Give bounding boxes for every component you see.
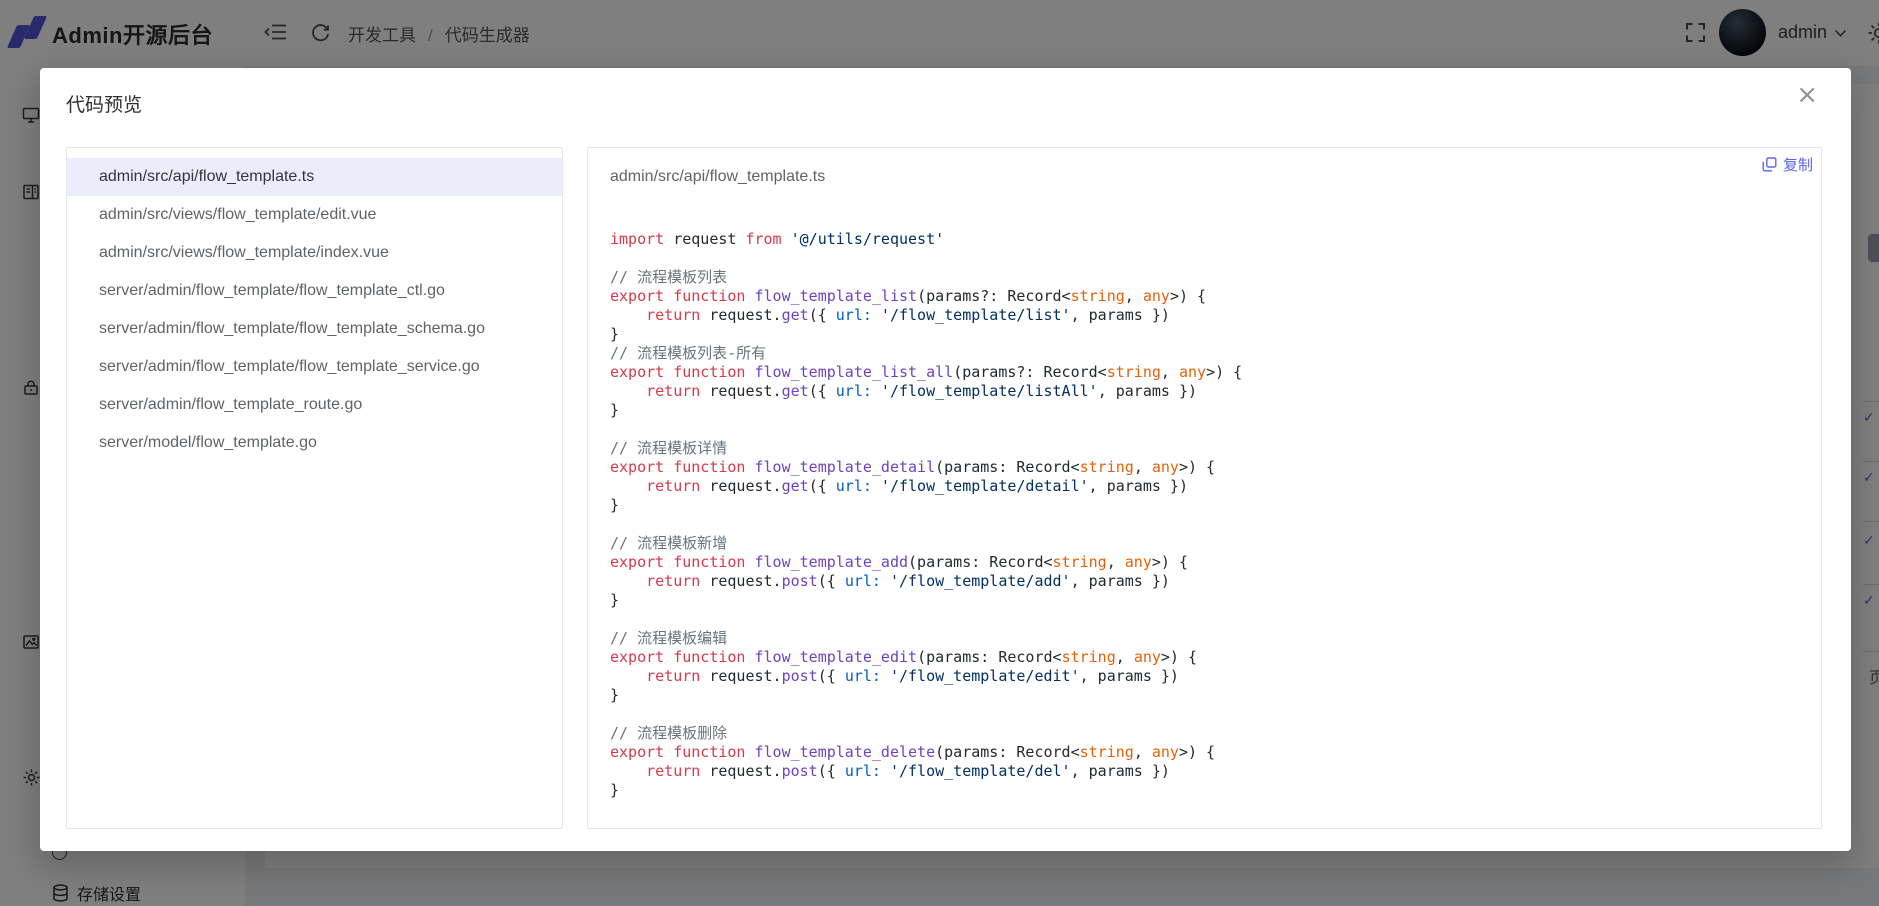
file-list-item[interactable]: admin/src/views/flow_template/edit.vue [67, 196, 562, 234]
close-icon[interactable]: × [1796, 82, 1818, 108]
dialog-title: 代码预览 [66, 90, 142, 117]
code-filename: admin/src/api/flow_template.ts [610, 168, 825, 186]
code-viewer: 复制 admin/src/api/flow_template.ts import… [587, 147, 1822, 829]
code-preview-dialog: 代码预览 × admin/src/api/flow_template.tsadm… [40, 68, 1851, 851]
file-list-item[interactable]: server/model/flow_template.go [67, 424, 562, 462]
code-block: import request from '@/utils/request' //… [610, 230, 1813, 824]
file-list-item[interactable]: server/admin/flow_template/flow_template… [67, 310, 562, 348]
file-list-item[interactable]: server/admin/flow_template/flow_template… [67, 348, 562, 386]
file-list-item[interactable]: server/admin/flow_template_route.go [67, 386, 562, 424]
copy-button-label: 复制 [1783, 154, 1813, 175]
file-list: admin/src/api/flow_template.tsadmin/src/… [66, 147, 563, 829]
file-list-item[interactable]: server/admin/flow_template/flow_template… [67, 272, 562, 310]
file-list-item[interactable]: admin/src/views/flow_template/index.vue [67, 234, 562, 272]
file-list-item[interactable]: admin/src/api/flow_template.ts [67, 158, 562, 196]
copy-icon [1762, 157, 1777, 172]
copy-button[interactable]: 复制 [1762, 154, 1813, 175]
